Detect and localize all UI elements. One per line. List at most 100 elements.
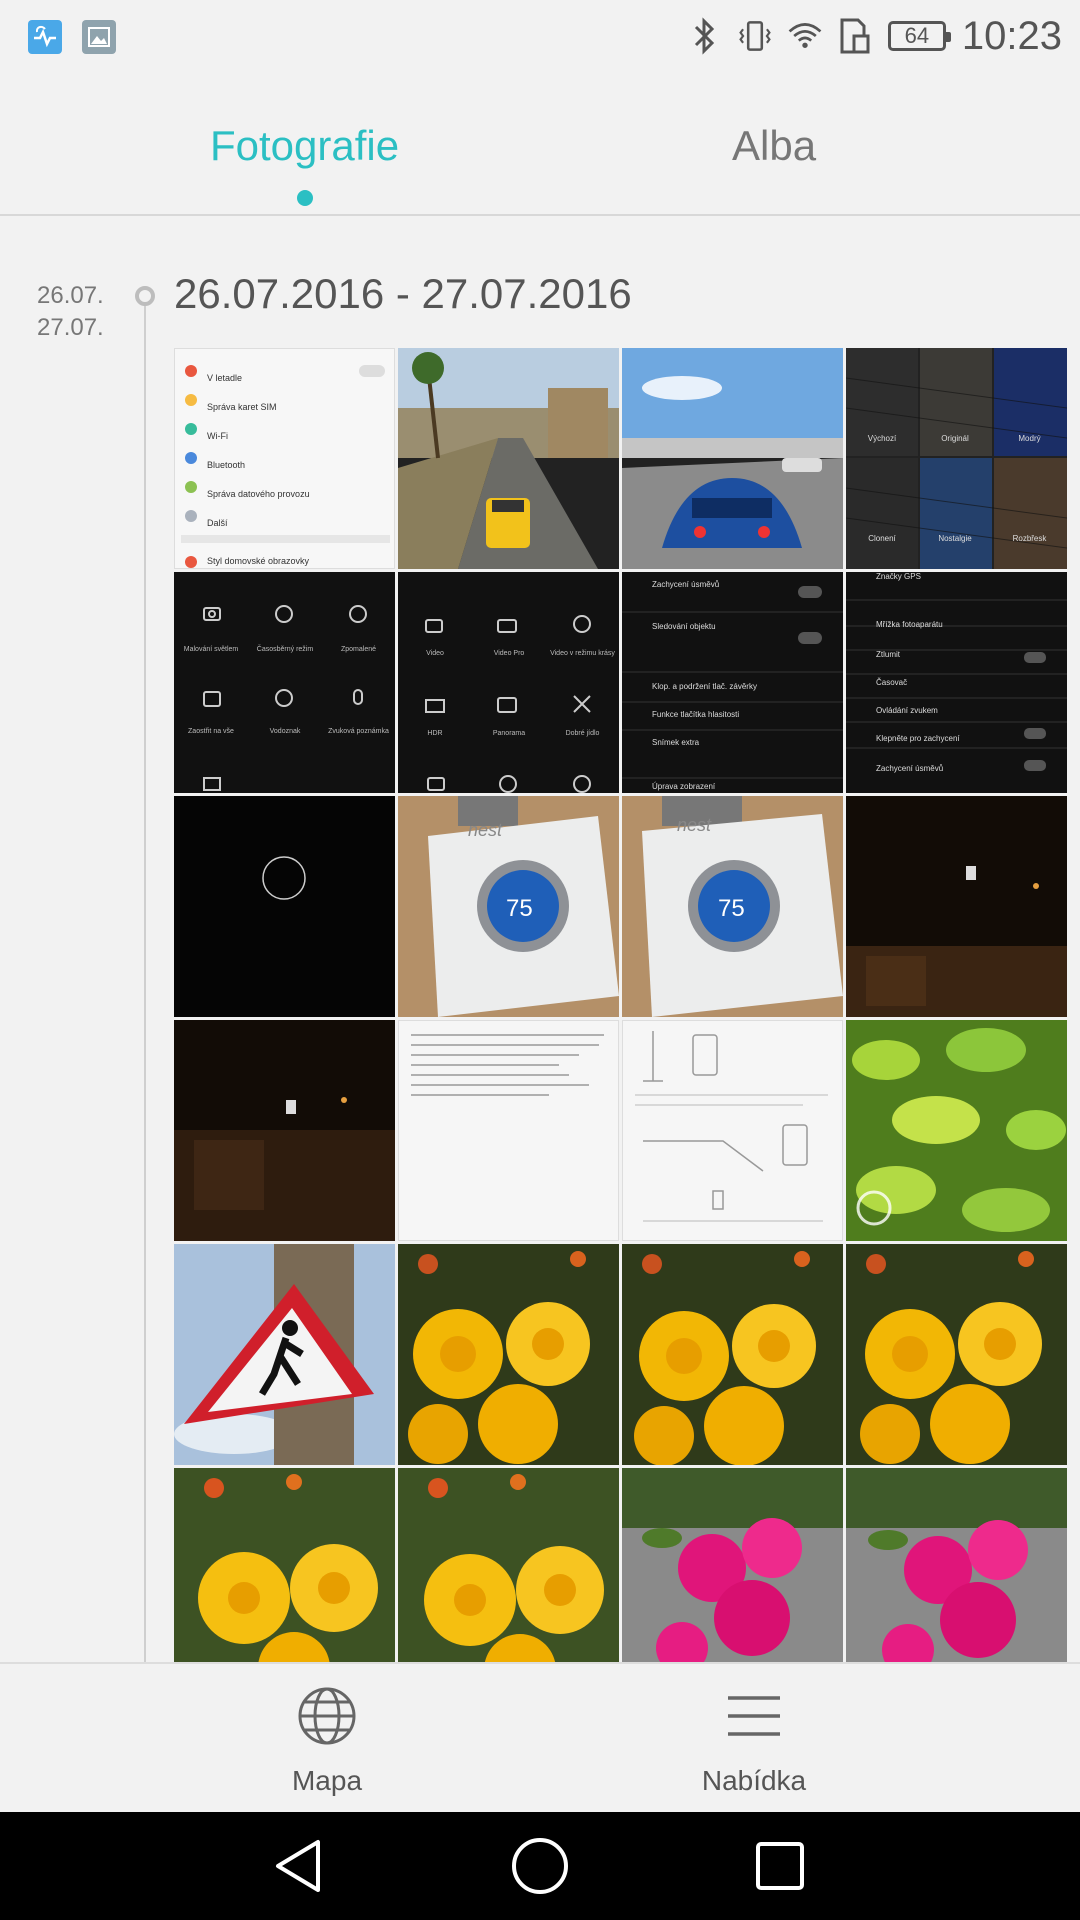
thumb-text: Správa karet SIM [207, 402, 277, 412]
photo-thumbnail[interactable]: 75 nest [398, 796, 619, 1017]
photo-thumbnail[interactable]: Malování světlem Časosběrný režim Zpomal… [174, 572, 395, 793]
photo-thumbnail[interactable]: Video Video Pro Video v režimu krásy HDR… [398, 572, 619, 793]
photo-thumbnail[interactable] [846, 1468, 1067, 1662]
svg-text:75: 75 [718, 895, 745, 922]
thumb-text: Video v režimu krásy [550, 650, 615, 657]
menu-button[interactable]: Nabídka [654, 1684, 854, 1797]
back-button[interactable] [268, 1834, 332, 1898]
thumb-text: Další [207, 518, 228, 528]
thumb-text: Zvuková poznámka [328, 728, 389, 735]
system-navigation-bar [0, 1812, 1080, 1920]
thumb-text: Video Pro [493, 650, 525, 657]
photo-thumbnail[interactable] [174, 1468, 395, 1662]
home-button[interactable] [508, 1834, 572, 1898]
photo-thumbnail[interactable]: Zachycení úsměvů Sledování objektu Klop.… [622, 572, 843, 793]
wifi-icon [788, 16, 822, 56]
gallery-app-icon [82, 20, 116, 54]
thumb-text: Značky GPS [876, 572, 921, 581]
battery-indicator: 64 [887, 21, 951, 51]
photo-thumbnail[interactable] [846, 796, 1067, 1017]
globe-icon [298, 1687, 356, 1745]
thumb-text: Zachycení úsměvů [876, 764, 944, 773]
photo-thumbnail[interactable] [846, 1244, 1067, 1465]
thumb-text: Mřížka fotoaparátu [876, 620, 943, 629]
tab-fotografie[interactable]: Fotografie [210, 122, 399, 170]
thumb-text: Modrý [1018, 434, 1041, 443]
svg-text:nest: nest [677, 815, 712, 835]
photo-thumbnail[interactable] [398, 1020, 619, 1241]
svg-text:75: 75 [506, 895, 533, 922]
thumb-text: Originál [941, 434, 969, 443]
health-app-icon [28, 20, 62, 54]
thumb-text: HDR [427, 730, 443, 737]
vibrate-icon [738, 16, 772, 56]
thumb-text: Wi-Fi [207, 431, 228, 441]
bottom-action-bar: Mapa Nabídka [0, 1662, 1080, 1814]
thumb-text: Panorama [492, 730, 526, 737]
thumb-text: Styl domovské obrazovky [207, 556, 310, 566]
thumb-text: Ztlumit [876, 650, 900, 659]
thumb-text: Zachycení úsměvů [652, 580, 720, 589]
thumb-text: Zpomalené [340, 646, 377, 653]
thumb-text: Časovač [876, 678, 908, 687]
thumb-text: Bluetooth [207, 460, 246, 470]
photo-thumbnail[interactable]: Výchozí Originál Modrý Clonení Nostalgie… [846, 348, 1067, 569]
thumb-text: Správa datového provozu [207, 489, 310, 499]
thumb-text: Ovládání zvukem [876, 706, 938, 715]
photo-thumbnail[interactable]: Značky GPS Mřížka fotoaparátu Ztlumit Ča… [846, 572, 1067, 793]
thumb-text: V letadle [207, 373, 243, 383]
home-circle-icon [512, 1838, 568, 1894]
photo-thumbnail[interactable]: V letadle Správa karet SIM Wi-Fi Bluetoo… [174, 348, 395, 569]
photo-thumbnail[interactable] [174, 1020, 395, 1241]
photo-thumbnail[interactable] [622, 1020, 843, 1241]
thumb-text: Nostalgie [938, 534, 972, 543]
timeline-line [144, 300, 146, 1662]
thumb-text: Zaostřit na vše [188, 728, 234, 735]
thumb-text: Úprava zobrazení [652, 782, 716, 791]
thumbnail-grid: V letadle Správa karet SIM Wi-Fi Bluetoo… [174, 348, 1067, 1662]
photo-thumbnail[interactable] [398, 1468, 619, 1662]
thumb-text: Malování světlem [183, 646, 239, 653]
thumb-text: Clonení [868, 534, 896, 543]
thumb-text: Rozbřesk [1012, 534, 1047, 543]
photo-thumbnail[interactable] [846, 1020, 1067, 1241]
thumb-text: Video [426, 650, 444, 657]
active-tab-indicator [297, 190, 313, 206]
back-triangle-icon [276, 1840, 320, 1892]
bluetooth-icon [688, 16, 722, 56]
side-date-start: 26.07. [37, 282, 104, 309]
tab-alba[interactable]: Alba [732, 122, 816, 170]
thumb-text: Vodoznak [269, 728, 301, 735]
thumb-text: Sledování objektu [652, 622, 716, 631]
photo-thumbnail[interactable] [398, 1244, 619, 1465]
photo-thumbnail[interactable] [174, 796, 395, 1017]
recent-apps-button[interactable] [748, 1834, 812, 1898]
photo-thumbnail[interactable] [622, 1244, 843, 1465]
thumb-text: Časosběrný režim [256, 646, 314, 653]
thumb-text: Dobré jídlo [565, 730, 600, 737]
photo-thumbnail[interactable] [622, 1468, 843, 1662]
photo-timeline[interactable]: 26.07. 27.07. 26.07.2016 - 27.07.2016 V … [0, 216, 1080, 1662]
map-label: Mapa [291, 1765, 363, 1796]
menu-label: Nabídka [701, 1765, 807, 1796]
sim-icon [838, 16, 872, 56]
recent-square-icon [756, 1842, 804, 1890]
date-range-title: 26.07.2016 - 27.07.2016 [174, 270, 632, 317]
timeline-node [135, 286, 155, 306]
map-button[interactable]: Mapa [227, 1684, 427, 1797]
thumb-text: Funkce tlačítka hlasitosti [652, 710, 740, 719]
tab-bar: Fotografie Alba [0, 72, 1080, 216]
hamburger-menu-icon [728, 1696, 780, 1736]
photo-thumbnail[interactable] [398, 348, 619, 569]
clock: 10:23 [961, 13, 1062, 58]
side-date-end: 27.07. [37, 314, 104, 341]
photo-thumbnail[interactable] [174, 1244, 395, 1465]
thumb-text: Klepněte pro zachycení [876, 734, 960, 743]
thumb-text: Klop. a podržení tlač. závěrky [652, 682, 757, 691]
thumb-text: Snímek extra [652, 738, 700, 747]
thumb-text: Výchozí [867, 434, 897, 443]
photo-thumbnail[interactable]: 75 nest [622, 796, 843, 1017]
photo-thumbnail[interactable] [622, 348, 843, 569]
svg-text:nest: nest [468, 820, 503, 840]
status-bar: 64 10:23 [0, 0, 1080, 72]
